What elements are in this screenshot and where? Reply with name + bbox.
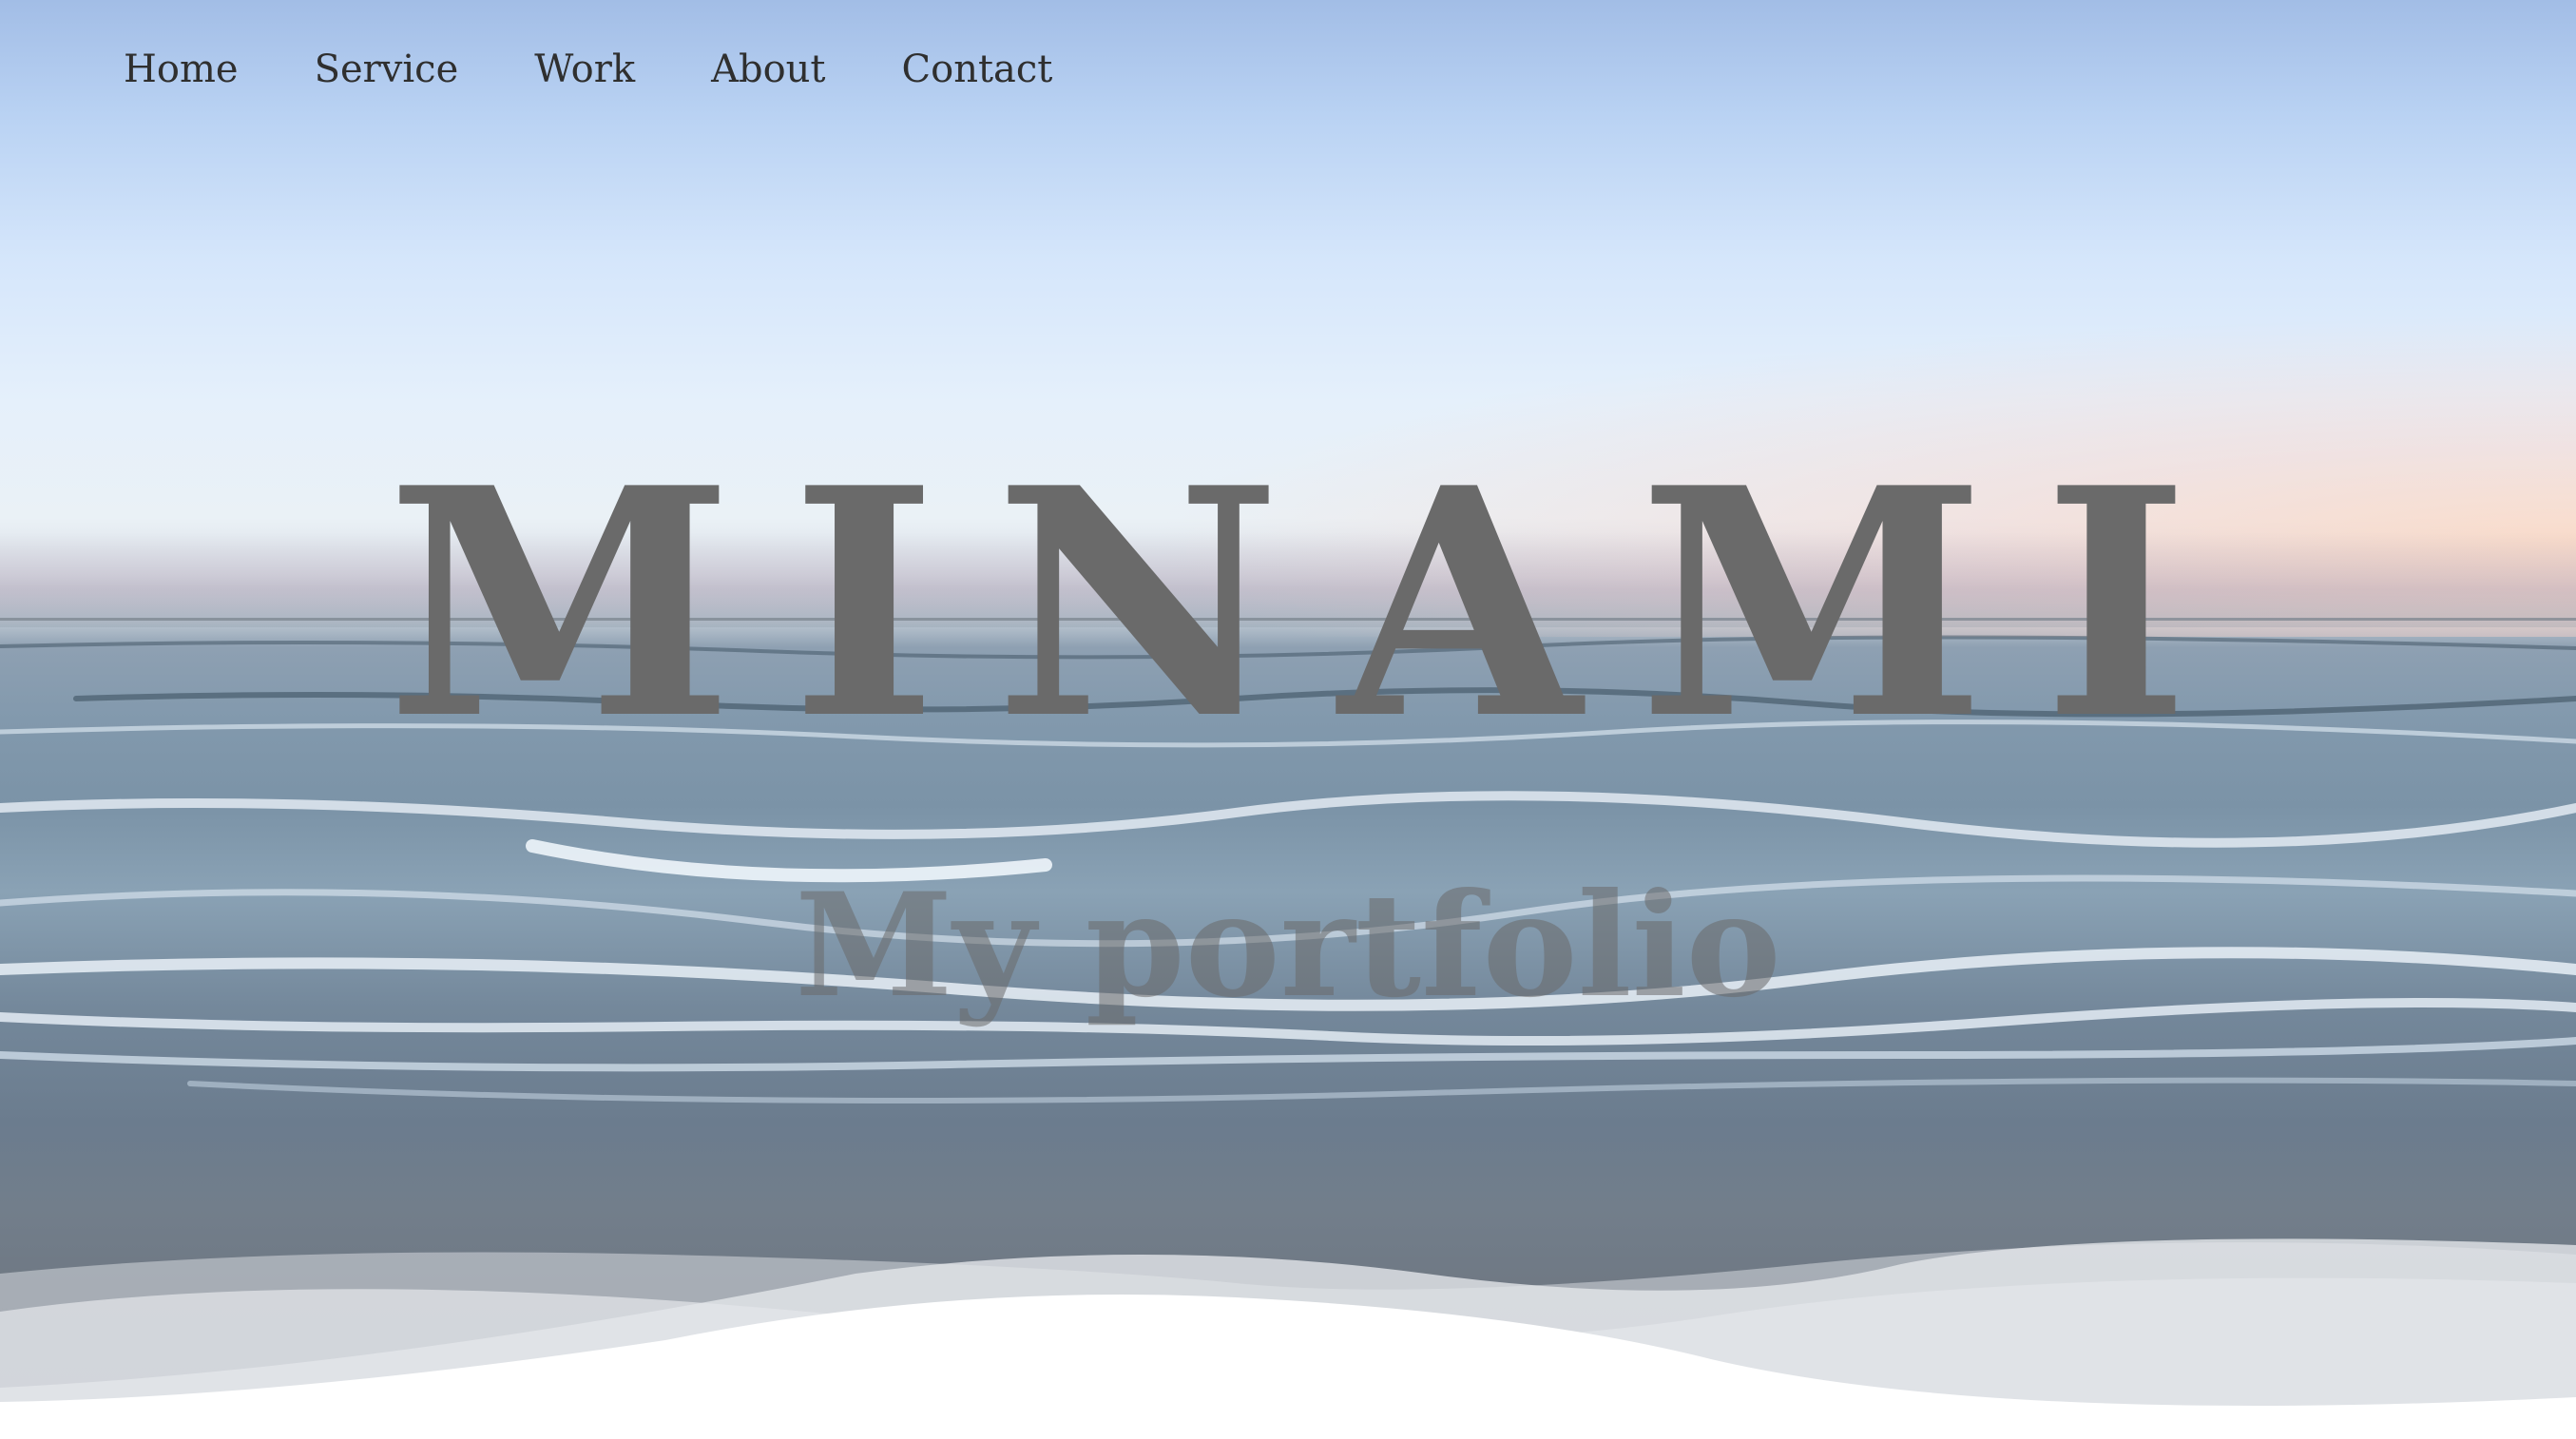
hero-title: MINAMI xyxy=(386,419,2247,788)
nav-item-home[interactable]: Home xyxy=(124,48,239,91)
main-nav: Home Service Work About Contact xyxy=(124,48,1052,91)
nav-item-about[interactable]: About xyxy=(711,48,825,91)
nav-item-contact[interactable]: Contact xyxy=(902,48,1053,91)
bottom-wave-divider xyxy=(0,1238,2576,1439)
hero-subtitle: My portfolio xyxy=(795,862,1781,1029)
nav-item-service[interactable]: Service xyxy=(315,48,459,91)
nav-item-work[interactable]: Work xyxy=(534,48,635,91)
hero-page: Home Service Work About Contact MINAMI M… xyxy=(0,0,2576,1439)
